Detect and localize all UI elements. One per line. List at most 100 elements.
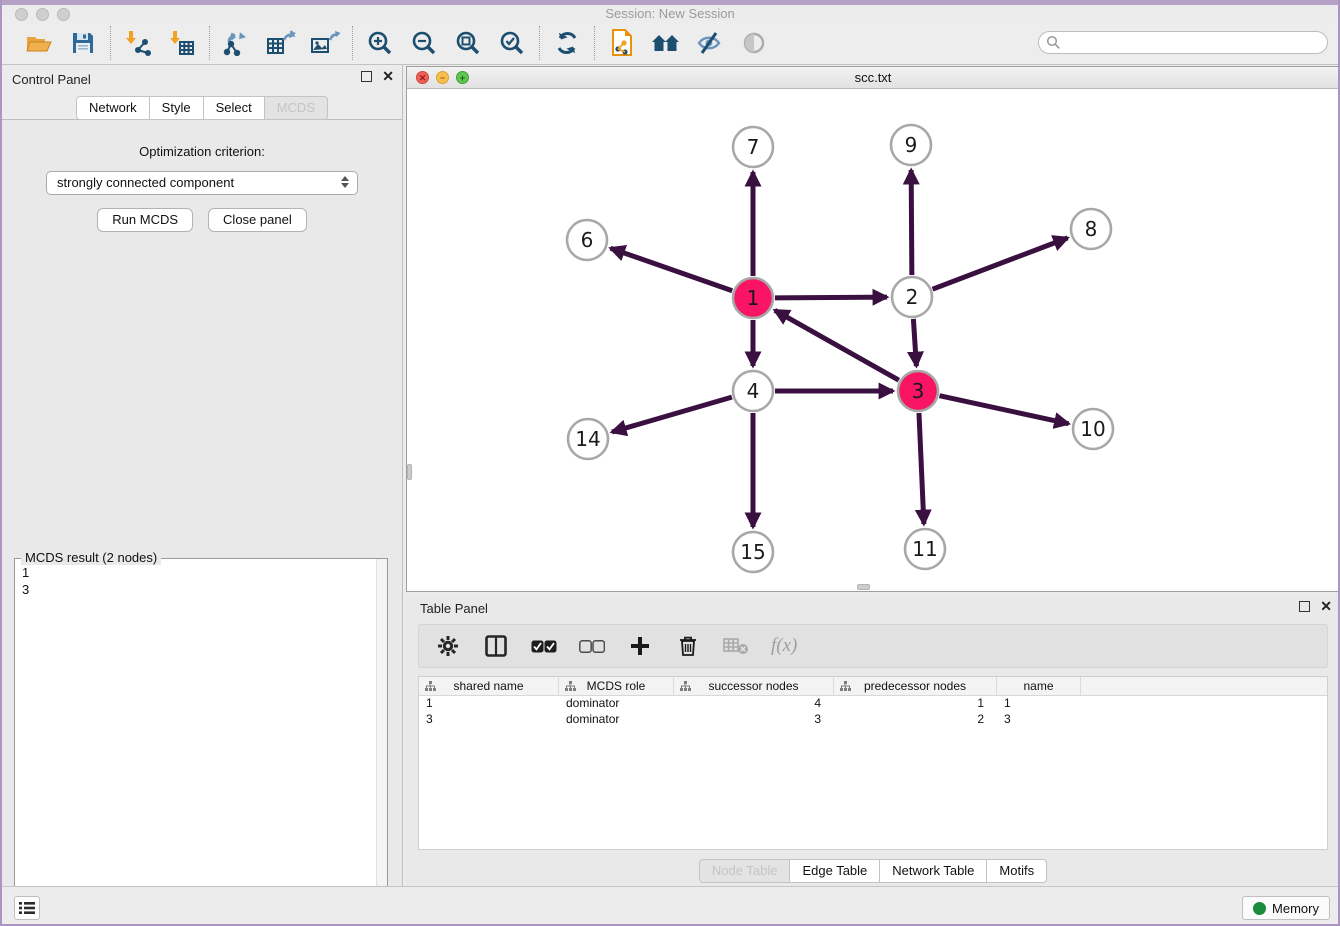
zoom-fit-icon[interactable] (453, 28, 483, 58)
import-table-icon[interactable] (167, 28, 197, 58)
list-icon (19, 901, 35, 915)
tab-select[interactable]: Select (204, 96, 265, 120)
cell-predecessor-nodes[interactable]: 1 (834, 696, 997, 712)
table-row[interactable]: 1dominator411 (419, 696, 1327, 712)
zoom-in-icon[interactable] (365, 28, 395, 58)
shared-column-icon (565, 681, 576, 692)
cell-shared-name[interactable]: 3 (419, 712, 559, 728)
right-column: ✕ − + scc.txt 7968124314101511 Table Pan… (406, 65, 1340, 886)
result-scrollbar[interactable] (376, 559, 387, 926)
column-header-label: successor nodes (708, 679, 798, 693)
cell-successor-nodes[interactable]: 4 (674, 696, 834, 712)
edge-2-9[interactable] (911, 170, 912, 275)
graph-node-label: 11 (912, 537, 937, 561)
column-header-successor-nodes[interactable]: successor nodes (674, 677, 834, 695)
graph-node-label: 7 (747, 135, 760, 159)
edge-1-2[interactable] (775, 297, 887, 298)
refresh-icon[interactable] (552, 28, 582, 58)
memory-status-icon (1253, 902, 1266, 915)
mcds-result-line: 1 (22, 564, 373, 581)
column-header-label: MCDS role (587, 679, 646, 693)
tab-edge-table[interactable]: Edge Table (790, 859, 880, 883)
cell-name[interactable]: 3 (997, 712, 1081, 728)
hide-selected-icon[interactable] (695, 28, 725, 58)
canvas-vertical-scrollbar[interactable] (407, 464, 412, 480)
network-window-title: scc.txt (407, 70, 1339, 85)
save-session-icon[interactable] (68, 28, 98, 58)
app-window: Session: New Session (0, 0, 1340, 926)
edge-3-10[interactable] (939, 396, 1068, 424)
edge-3-11[interactable] (919, 413, 924, 524)
delete-column-icon[interactable] (675, 633, 701, 659)
cell-name[interactable]: 1 (997, 696, 1081, 712)
column-header-name[interactable]: name (997, 677, 1081, 695)
run-mcds-button[interactable]: Run MCDS (97, 208, 193, 232)
close-panel-icon[interactable]: ✕ (382, 71, 394, 82)
first-neighbors-icon[interactable] (651, 28, 681, 58)
cell-MCDS-role[interactable]: dominator (559, 696, 674, 712)
control-panel-tabs: NetworkStyleSelectMCDS (2, 96, 402, 120)
cell-shared-name[interactable]: 1 (419, 696, 559, 712)
network-graph[interactable]: 7968124314101511 (407, 89, 1339, 591)
clone-network-icon[interactable] (607, 28, 637, 58)
canvas-horizontal-scrollbar[interactable] (857, 584, 870, 590)
export-image-icon[interactable] (310, 28, 340, 58)
float-table-panel-icon[interactable] (1299, 601, 1310, 612)
close-table-panel-icon[interactable]: ✕ (1320, 601, 1332, 612)
import-network-icon[interactable] (123, 28, 153, 58)
cell-successor-nodes[interactable]: 3 (674, 712, 834, 728)
export-table-icon[interactable] (266, 28, 296, 58)
export-network-icon[interactable] (222, 28, 252, 58)
select-all-columns-icon[interactable] (531, 633, 557, 659)
graph-node-label: 3 (912, 379, 925, 403)
criterion-select[interactable]: strongly connected component (46, 171, 358, 195)
network-window-titlebar[interactable]: ✕ − + scc.txt (407, 67, 1339, 89)
tab-network[interactable]: Network (76, 96, 150, 120)
cell-predecessor-nodes[interactable]: 2 (834, 712, 997, 728)
search-input[interactable] (1038, 31, 1328, 54)
unselect-all-columns-icon[interactable] (579, 633, 605, 659)
memory-button[interactable]: Memory (1242, 896, 1330, 920)
status-bar: Memory (2, 886, 1338, 926)
column-header-label: predecessor nodes (864, 679, 966, 693)
cell-MCDS-role[interactable]: dominator (559, 712, 674, 728)
table-settings-gear-icon[interactable] (435, 633, 461, 659)
column-header-predecessor-nodes[interactable]: predecessor nodes (834, 677, 997, 695)
zoom-selected-icon[interactable] (497, 28, 527, 58)
table-panel-tabs: Node TableEdge TableNetwork TableMotifs (406, 859, 1340, 883)
mcds-result-text[interactable]: 13 (15, 559, 387, 926)
column-header-MCDS-role[interactable]: MCDS role (559, 677, 674, 695)
edge-1-6[interactable] (611, 248, 733, 290)
show-column-panel-icon[interactable] (483, 633, 509, 659)
tab-network-table[interactable]: Network Table (880, 859, 987, 883)
zoom-out-icon[interactable] (409, 28, 439, 58)
float-panel-icon[interactable] (361, 71, 372, 82)
edge-2-8[interactable] (933, 238, 1068, 289)
memory-label: Memory (1272, 901, 1319, 916)
titlebar: Session: New Session (2, 5, 1338, 21)
column-header-label: name (1023, 679, 1053, 693)
open-session-icon[interactable] (24, 28, 54, 58)
column-header-label: shared name (453, 679, 523, 693)
graph-node-label: 2 (906, 285, 919, 309)
show-all-icon-disabled (739, 28, 769, 58)
graph-node-label: 8 (1085, 217, 1098, 241)
tab-motifs[interactable]: Motifs (987, 859, 1047, 883)
create-column-icon[interactable] (627, 633, 653, 659)
tab-node-table[interactable]: Node Table (699, 859, 791, 883)
network-canvas[interactable]: 7968124314101511 (407, 89, 1339, 591)
edge-4-14[interactable] (612, 397, 732, 432)
edge-2-3[interactable] (913, 319, 916, 366)
tab-mcds[interactable]: MCDS (265, 96, 328, 120)
edge-3-1[interactable] (775, 310, 899, 380)
shared-column-icon (425, 681, 436, 692)
close-panel-button[interactable]: Close panel (208, 208, 307, 232)
mcds-result-line: 3 (22, 581, 373, 598)
mcds-result-fieldset: MCDS result (2 nodes) 13 (14, 558, 388, 926)
column-header-shared-name[interactable]: shared name (419, 677, 559, 695)
tab-style[interactable]: Style (150, 96, 204, 120)
mcds-tab-content: Optimization criterion: strongly connect… (2, 119, 402, 886)
table-row[interactable]: 3dominator323 (419, 712, 1327, 728)
control-panel: Control Panel ✕ NetworkStyleSelectMCDS O… (2, 65, 403, 886)
task-history-button[interactable] (14, 896, 40, 920)
